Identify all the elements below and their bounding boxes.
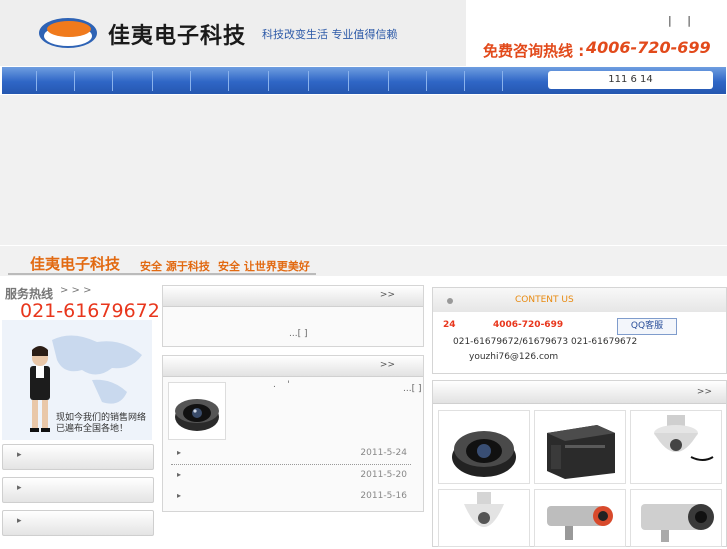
side-menu-button[interactable]: ▸	[2, 444, 154, 470]
chevron-right-icon: ▸	[17, 483, 22, 493]
news-row-date: 2011-5-20	[360, 470, 407, 480]
banner-area	[0, 95, 727, 245]
product-thumbnail[interactable]	[534, 489, 626, 547]
hotline-number: 4006-720-699	[586, 38, 711, 57]
bullet-dot-icon	[447, 298, 453, 304]
product-thumbnail[interactable]	[630, 489, 722, 547]
company-logo-icon	[39, 18, 97, 48]
contact-24-label: 24	[443, 320, 456, 330]
news-panel-header: >>	[163, 286, 423, 307]
service-note-line-2: 已遍布全国各地！	[56, 424, 129, 434]
qq-service-button[interactable]: QQ客服	[617, 318, 677, 335]
nav-separator	[502, 71, 503, 91]
nav-separator	[464, 71, 465, 91]
news-item[interactable]: ...[ ]	[289, 329, 307, 339]
nav-separator	[36, 71, 37, 91]
news-more-link[interactable]: >>	[380, 290, 395, 300]
bullet-arrow-icon: ▸	[177, 470, 182, 479]
date-display: 111 6 14	[548, 71, 713, 89]
dvr-box-icon	[547, 425, 615, 479]
product-news-panel: >> . ' ...[ ] ▸ 2011-5-24 ▸ 2011-5-20 ▸ …	[162, 355, 424, 512]
nav-separator	[348, 71, 349, 91]
product-news-item[interactable]: ...[ ]	[403, 384, 421, 394]
tagline-phrase-1: 安全 源于科技	[140, 260, 210, 273]
side-menu-button[interactable]: ▸	[2, 510, 154, 536]
products-header: >>	[433, 381, 726, 404]
chevron-right-icon: ▸	[17, 450, 22, 460]
chevron-right-icon: ▸	[17, 516, 22, 526]
nav-separator	[426, 71, 427, 91]
news-panel: >> ...[ ]	[162, 285, 424, 347]
product-thumbnail[interactable]	[438, 489, 530, 547]
news-row[interactable]: ▸ 2011-5-16	[167, 487, 417, 505]
dome-camera-icon	[175, 399, 219, 431]
nav-separator	[268, 71, 269, 91]
nav-separator	[112, 71, 113, 91]
service-arrows: > > >	[60, 285, 92, 296]
contact-phones: 021-61679672/61679673	[453, 337, 569, 347]
outdoor-dome-camera-icon	[464, 492, 504, 527]
news-row[interactable]: ▸ 2011-5-20	[167, 466, 417, 484]
dome-camera-thumbnail[interactable]	[168, 382, 226, 440]
contact-hotline: 4006-720-699	[493, 320, 564, 330]
brand-name: 佳夷电子科技	[108, 24, 247, 49]
news-row[interactable]: ▸ 2011-5-24	[167, 444, 417, 462]
hotline-label: 免费咨询热线 :	[483, 42, 585, 60]
product-thumbnail[interactable]	[630, 410, 722, 484]
product-thumbnail[interactable]	[534, 410, 626, 484]
nav-separator	[190, 71, 191, 91]
product-news-more-link[interactable]: >>	[380, 360, 395, 370]
row-divider	[171, 464, 411, 465]
news-row-date: 2011-5-16	[360, 491, 407, 501]
side-menu-button[interactable]: ▸	[2, 477, 154, 503]
nav-separator	[152, 71, 153, 91]
bullet-arrow-icon: ▸	[177, 448, 182, 457]
news-row-date: 2011-5-24	[360, 448, 407, 458]
tagline-brand: 佳夷电子科技	[30, 255, 121, 273]
nav-separator	[228, 71, 229, 91]
product-thumbnail[interactable]	[438, 410, 530, 484]
service-phone: 021-61679672	[20, 300, 160, 322]
products-panel: >>	[432, 380, 727, 547]
bullet-arrow-icon: ▸	[177, 491, 182, 500]
ir-bullet-camera-icon	[641, 504, 714, 542]
contact-phone-2: 021-61679672	[571, 337, 638, 347]
bullet-camera-icon	[547, 506, 613, 540]
product-marks: . '	[273, 380, 290, 390]
contact-title: CONTENT US	[515, 295, 574, 305]
contact-header: CONTENT US	[433, 288, 726, 312]
tagline-phrase-2: 安全 让世界更美好	[218, 260, 310, 273]
contact-panel: CONTENT US 24 4006-720-699 QQ客服 021-6167…	[432, 287, 727, 374]
dome-camera-icon	[452, 431, 516, 477]
products-more-link[interactable]: >>	[697, 387, 712, 397]
slogan: 科技改变生活 专业值得信赖	[262, 28, 398, 41]
top-links[interactable]: | |	[668, 14, 691, 27]
contact-email[interactable]: youzhi76@126.com	[469, 352, 558, 362]
product-news-header: >>	[163, 356, 423, 377]
nav-separator	[388, 71, 389, 91]
speed-dome-camera-icon	[654, 415, 714, 461]
nav-separator	[308, 71, 309, 91]
nav-separator	[74, 71, 75, 91]
